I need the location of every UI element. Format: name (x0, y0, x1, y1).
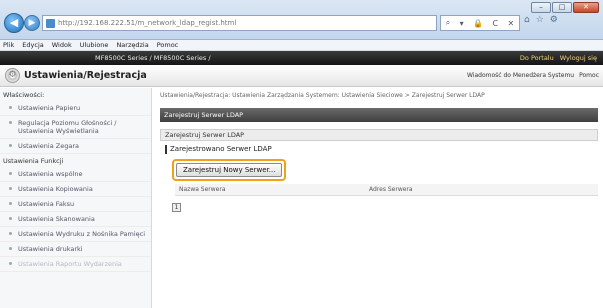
bullet-icon (9, 121, 12, 124)
help-link[interactable]: Pomoc (579, 72, 599, 79)
sidebar-item-fax[interactable]: Ustawienia Faksu (0, 197, 151, 212)
minimize-button[interactable]: – (531, 2, 551, 13)
page-title: Ustawienia/Rejestracja (24, 70, 147, 81)
column-server-name: Nazwa Serwera (179, 186, 226, 193)
favorites-icon[interactable]: ☆ (536, 15, 544, 25)
device-name: MF8500C Series / MF8500C Series / (95, 54, 211, 62)
sidebar: Właściwości: Ustawienia Papieru Regulacj… (0, 88, 152, 308)
forward-button[interactable]: ▶ (24, 15, 40, 31)
dropdown-icon[interactable]: ▾ (460, 19, 464, 28)
menu-favorites[interactable]: Ulubione (80, 40, 109, 50)
sidebar-item-label: Ustawienia Wydruku z Nośnika Pamięci (18, 230, 146, 238)
maximize-button[interactable]: □ (552, 2, 572, 13)
breadcrumb[interactable]: Ustawienia/Rejestracja: Ustawienia Zarzą… (160, 92, 485, 99)
menu-help[interactable]: Pomoc (157, 40, 179, 50)
device-links: Do Portalu Wyloguj się (520, 51, 597, 65)
settings-gear-icon: ⚙ (5, 68, 20, 83)
menu-view[interactable]: Widok (52, 40, 72, 50)
home-icon[interactable]: ⌂ (524, 15, 530, 25)
message-to-admin-link[interactable]: Wiadomość do Menedżera Systemu (467, 72, 574, 79)
browser-titlebar: – □ ✕ ◀ ▶ http://192.168.222.51/m_networ… (0, 0, 603, 40)
sidebar-item-copy[interactable]: Ustawienia Kopiowania (0, 182, 151, 197)
browser-toolbar-icons: ⌂ ☆ ⚙ (524, 15, 558, 25)
sidebar-item-label: Ustawienia wspólne (18, 170, 83, 178)
content-title: Zarejestruj Serwer LDAP (160, 108, 598, 122)
sidebar-item-label: Regulacja Poziomu Głośności / Ustawienia… (18, 119, 117, 135)
tools-icon[interactable]: ⚙ (550, 15, 558, 25)
register-new-server-button[interactable]: Zarejestruj Nowy Serwer... (176, 163, 283, 177)
main-content: Ustawienia/Rejestracja: Ustawienia Zarzą… (157, 88, 603, 308)
sidebar-item-label: Ustawienia Raportu Wydarzenia (18, 260, 122, 268)
logout-link[interactable]: Wyloguj się (560, 51, 597, 65)
bullet-icon (9, 202, 12, 205)
column-server-address: Adres Serwera (369, 186, 413, 193)
bullet-icon (9, 217, 12, 220)
bullet-icon (9, 232, 12, 235)
page-header: ⚙ Ustawienia/Rejestracja Wiadomość do Me… (0, 65, 603, 87)
address-tools: ⌕ ▾ 🔒 C ✕ (440, 15, 520, 31)
sidebar-heading-properties: Właściwości: (3, 91, 45, 99)
sidebar-item-common[interactable]: Ustawienia wspólne (0, 167, 151, 182)
back-button[interactable]: ◀ (4, 13, 24, 33)
sidebar-item-label: Ustawienia Skanowania (18, 215, 95, 223)
sidebar-item-label: Ustawienia Zegara (18, 142, 79, 150)
close-window-button[interactable]: ✕ (573, 2, 599, 13)
sidebar-item-clock[interactable]: Ustawienia Zegara (0, 139, 151, 154)
sidebar-item-printer[interactable]: Ustawienia drukarki (0, 242, 151, 257)
portal-link[interactable]: Do Portalu (520, 51, 554, 65)
section-header: Zarejestruj Serwer LDAP (160, 129, 598, 141)
sidebar-item-event-report[interactable]: Ustawienia Raportu Wydarzenia (0, 257, 151, 272)
bullet-icon (9, 106, 12, 109)
server-table-header: Nazwa Serwera Adres Serwera (175, 184, 598, 196)
sidebar-item-scan[interactable]: Ustawienia Skanowania (0, 212, 151, 227)
sidebar-item-label: Ustawienia Faksu (18, 200, 75, 208)
bullet-icon (9, 262, 12, 265)
device-bar: MF8500C Series / MF8500C Series / Do Por… (0, 51, 603, 65)
sidebar-item-label: Ustawienia Papieru (18, 104, 81, 112)
refresh-icon[interactable]: C (493, 19, 499, 28)
lock-icon[interactable]: 🔒 (473, 19, 483, 28)
registered-servers-heading: Zarejestrowano Serwer LDAP (165, 145, 272, 154)
sidebar-item-label: Ustawienia Kopiowania (18, 185, 93, 193)
bullet-icon (9, 172, 12, 175)
window-controls: – □ ✕ (531, 2, 599, 13)
sidebar-heading-functions: Ustawienia Funkcji (3, 157, 64, 165)
menu-tools[interactable]: Narzędzia (116, 40, 148, 50)
sidebar-item-media-print[interactable]: Ustawienia Wydruku z Nośnika Pamięci (0, 227, 151, 242)
sidebar-item-volume-display[interactable]: Regulacja Poziomu Głośności / Ustawienia… (0, 116, 151, 139)
address-text: http://192.168.222.51/m_network_ldap_reg… (58, 19, 237, 27)
button-highlight: Zarejestruj Nowy Serwer... (172, 159, 287, 181)
search-icon[interactable]: ⌕ (446, 18, 450, 28)
bullet-icon (9, 144, 12, 147)
menu-edit[interactable]: Edycja (22, 40, 43, 50)
stop-icon[interactable]: ✕ (508, 19, 515, 28)
header-links: Wiadomość do Menedżera Systemu Pomoc (467, 72, 599, 79)
favicon-icon (46, 18, 55, 28)
bullet-icon (9, 187, 12, 190)
menu-file[interactable]: Plik (3, 40, 14, 50)
sidebar-item-paper[interactable]: Ustawienia Papieru (0, 101, 151, 116)
bullet-icon (9, 247, 12, 250)
sidebar-item-label: Ustawienia drukarki (18, 245, 83, 253)
address-bar[interactable]: http://192.168.222.51/m_network_ldap_reg… (42, 15, 437, 31)
menu-bar: Plik Edycja Widok Ulubione Narzędzia Pom… (0, 40, 603, 51)
pagination-page[interactable]: 1 (172, 203, 181, 212)
